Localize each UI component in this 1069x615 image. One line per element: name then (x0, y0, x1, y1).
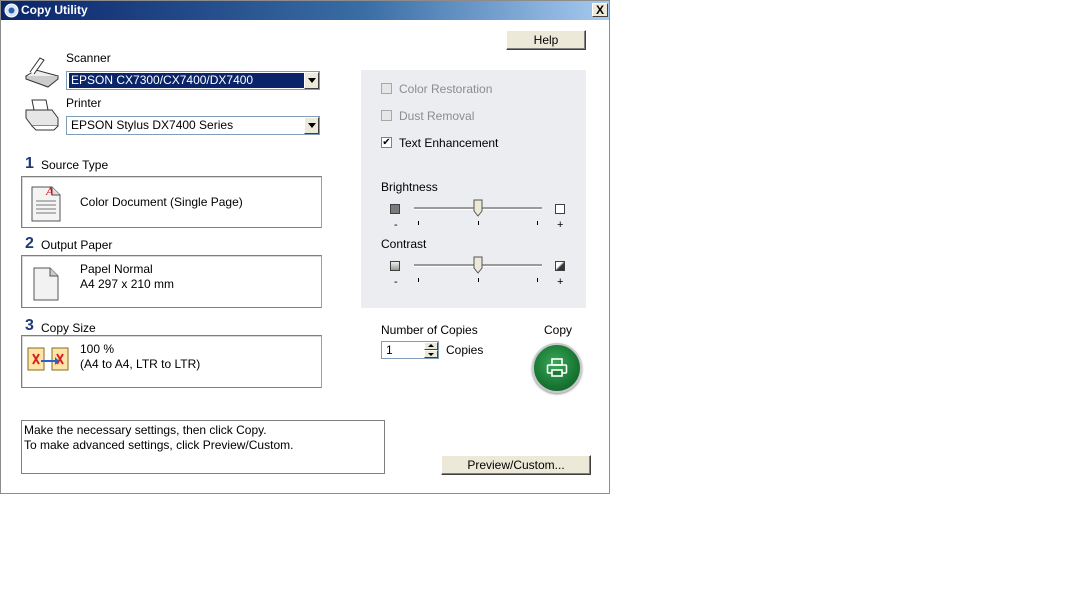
chevron-down-icon (308, 123, 316, 128)
copy-utility-icon (4, 3, 19, 18)
chevron-up-icon (428, 344, 434, 347)
output-paper-size: A4 297 x 210 mm (80, 277, 175, 291)
color-restoration-label: Color Restoration (399, 82, 493, 96)
copy-size-percent: 100 % (80, 342, 115, 356)
printer-dropdown-button[interactable] (304, 117, 319, 134)
scanner-label: Scanner (66, 51, 111, 65)
brightness-dark-icon (390, 204, 400, 214)
chevron-down-icon (428, 353, 434, 356)
scanner-select-value: EPSON CX7300/CX7400/DX7400 (69, 73, 305, 88)
text-enhancement-checkbox[interactable]: ✔ (381, 137, 392, 148)
paper-icon (33, 267, 59, 301)
copies-unit-label: Copies (446, 343, 484, 357)
help-button[interactable]: Help (506, 30, 586, 50)
copy-label: Copy (544, 323, 573, 337)
brightness-light-icon (555, 204, 565, 214)
contrast-low-icon (390, 261, 400, 271)
close-button[interactable]: X (592, 3, 608, 17)
copies-down-button[interactable] (424, 350, 438, 358)
printer-icon (546, 358, 568, 377)
copy-size-box[interactable]: 100 % (A4 to A4, LTR to LTR) (21, 335, 322, 388)
color-restoration-checkbox[interactable] (381, 83, 392, 94)
brightness-tick (418, 221, 419, 225)
contrast-minus: - (394, 276, 398, 288)
printer-label: Printer (66, 96, 102, 110)
contrast-slider-thumb[interactable] (473, 256, 483, 274)
title-bar[interactable]: Copy Utility X (1, 1, 609, 20)
scanner-icon (24, 57, 60, 88)
copies-value: 1 (386, 343, 393, 357)
printer-icon (25, 99, 59, 131)
scanner-dropdown-button[interactable] (304, 72, 319, 89)
brightness-plus: + (557, 219, 564, 231)
source-type-label: Source Type (41, 158, 109, 172)
svg-text:A: A (45, 184, 54, 198)
brightness-tick (537, 221, 538, 225)
chevron-down-icon (308, 78, 316, 83)
preview-custom-button[interactable]: Preview/Custom... (441, 455, 591, 475)
copies-up-button[interactable] (424, 342, 438, 350)
text-enhancement-label: Text Enhancement (399, 136, 499, 150)
scanner-select[interactable]: EPSON CX7300/CX7400/DX7400 (66, 71, 320, 90)
brightness-slider-thumb[interactable] (473, 199, 483, 217)
status-message-box: Make the necessary settings, then click … (21, 420, 385, 474)
dust-removal-checkbox[interactable] (381, 110, 392, 121)
contrast-tick (478, 278, 479, 282)
source-type-value: Color Document (Single Page) (80, 195, 243, 209)
printer-select-value: EPSON Stylus DX7400 Series (71, 118, 234, 132)
step-1-number: 1 (25, 155, 34, 172)
number-of-copies-label: Number of Copies (381, 323, 478, 337)
status-message-line-1: Make the necessary settings, then click … (24, 423, 267, 437)
copy-size-icon (27, 347, 69, 371)
brightness-label: Brightness (381, 180, 438, 194)
brightness-tick (478, 221, 479, 225)
output-paper-label: Output Paper (41, 238, 113, 252)
step-3-number: 3 (25, 317, 34, 334)
copy-size-detail: (A4 to A4, LTR to LTR) (80, 357, 201, 371)
step-2-number: 2 (25, 235, 34, 252)
contrast-label: Contrast (381, 237, 427, 251)
copies-stepper[interactable]: 1 (381, 341, 439, 359)
copy-button[interactable] (532, 343, 582, 393)
source-type-box[interactable]: A Color Document (Single Page) (21, 176, 322, 228)
contrast-tick (537, 278, 538, 282)
contrast-high-icon (555, 261, 565, 271)
contrast-tick (418, 278, 419, 282)
color-document-icon: A (31, 184, 61, 222)
printer-select[interactable]: EPSON Stylus DX7400 Series (66, 116, 320, 135)
brightness-minus: - (394, 219, 398, 231)
status-message-line-2: To make advanced settings, click Preview… (24, 438, 294, 452)
output-paper-type: Papel Normal (80, 262, 153, 276)
output-paper-box[interactable]: Papel Normal A4 297 x 210 mm (21, 255, 322, 308)
copy-size-label: Copy Size (41, 321, 96, 335)
window-title: Copy Utility (21, 3, 88, 17)
contrast-plus: + (557, 276, 564, 288)
dust-removal-label: Dust Removal (399, 109, 475, 123)
